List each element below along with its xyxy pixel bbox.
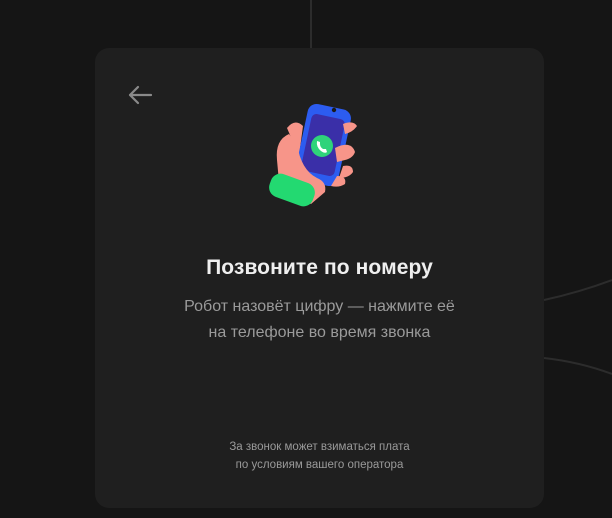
charge-notice-line: по условиям вашего оператора [235, 459, 404, 471]
back-button[interactable] [123, 80, 157, 110]
dialog-description: Робот назовёт цифру — нажмите её на теле… [95, 294, 544, 346]
arrow-left-icon [128, 85, 153, 105]
call-verification-dialog: Позвоните по номеру Робот назовёт цифру … [95, 48, 544, 508]
charge-notice: За звонок может взиматься плата по услов… [95, 438, 544, 474]
hand-holding-phone-call-icon [265, 100, 377, 214]
description-line: Робот назовёт цифру — нажмите её [184, 298, 455, 315]
charge-notice-line: За звонок может взиматься плата [229, 441, 410, 453]
description-line: на телефоне во время звонка [208, 324, 431, 341]
dialog-title: Позвоните по номеру [206, 256, 433, 279]
